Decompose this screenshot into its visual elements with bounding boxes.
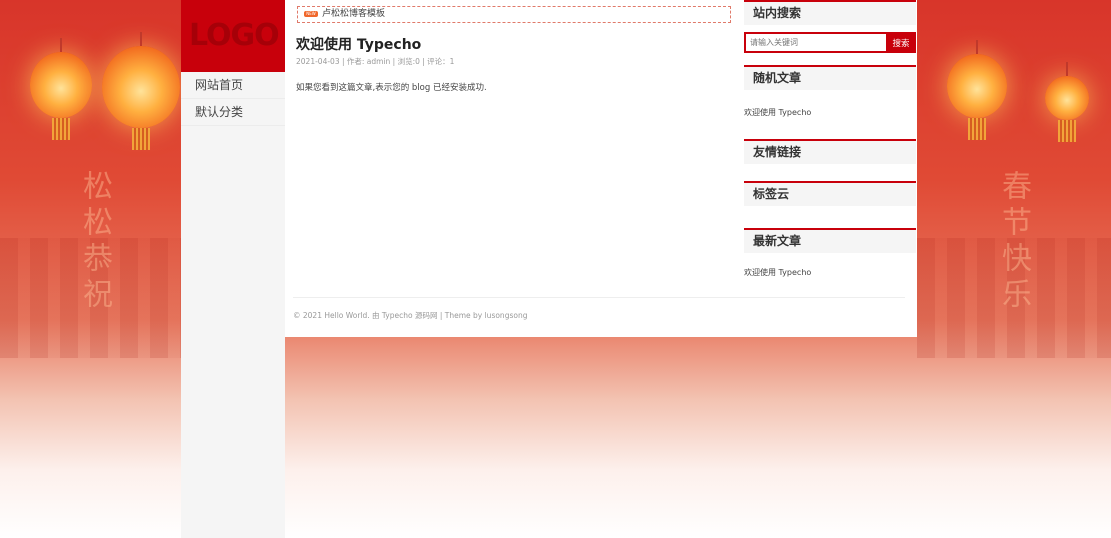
footer-text: © 2021 Hello World. 由 Typecho 源码网 | Them… — [293, 311, 528, 320]
lantern-icon — [1045, 76, 1089, 120]
widget-header: 站内搜索 — [744, 0, 916, 25]
widget-title: 最新文章 — [753, 234, 802, 248]
nav-item-home[interactable]: 网站首页 — [181, 72, 285, 99]
greeting-text-left: 松松恭祝 — [77, 170, 112, 314]
widget-friend-links: 友情链接 — [744, 139, 916, 164]
widget-title: 标签云 — [753, 187, 790, 201]
nav-item-default-category[interactable]: 默认分类 — [181, 99, 285, 126]
lantern-icon — [947, 54, 1007, 118]
lantern-icon — [102, 46, 180, 128]
post-body: 如果您看到这篇文章,表示您的 blog 已经安装成功. — [296, 83, 487, 93]
post-title[interactable]: 欢迎使用 Typecho — [296, 34, 421, 54]
widget-header: 友情链接 — [744, 139, 916, 164]
widget-latest-posts: 最新文章 欢迎使用 Typecho — [744, 228, 916, 277]
random-post-link[interactable]: 欢迎使用 Typecho — [744, 107, 811, 118]
widget-header: 最新文章 — [744, 228, 916, 253]
widget-header: 随机文章 — [744, 65, 916, 90]
search-form: 搜索 — [744, 32, 916, 53]
greeting-text-right: 春节快乐 — [996, 170, 1031, 314]
logo-text: LOGO — [189, 18, 280, 53]
notice-bar[interactable]: NEW 卢松松博客模板 — [297, 6, 731, 23]
latest-post-link[interactable]: 欢迎使用 Typecho — [744, 267, 811, 278]
search-button[interactable]: 搜索 — [886, 32, 916, 53]
widget-header: 标签云 — [744, 181, 916, 206]
widget-title: 站内搜索 — [753, 6, 802, 20]
search-input[interactable] — [744, 32, 886, 53]
nav-column: LOGO 网站首页 默认分类 — [181, 0, 285, 538]
new-badge-icon: NEW — [304, 11, 318, 17]
background-decoration-left: 松松恭祝 — [0, 0, 181, 538]
widget-random-posts: 随机文章 欢迎使用 Typecho — [744, 65, 916, 117]
footer-divider — [293, 297, 905, 298]
notice-text[interactable]: 卢松松博客模板 — [322, 7, 385, 22]
widget-tag-cloud: 标签云 — [744, 181, 916, 206]
widget-title: 友情链接 — [753, 145, 802, 159]
background-decoration-right: 春节快乐 — [917, 0, 1111, 538]
post-meta: 2021-04-03 | 作者: admin | 浏览:0 | 评论：1 — [296, 57, 455, 66]
site-logo[interactable]: LOGO — [181, 0, 285, 72]
main-content: NEW 卢松松博客模板 欢迎使用 Typecho 2021-04-03 | 作者… — [285, 0, 917, 337]
widget-search: 站内搜索 搜索 — [744, 0, 916, 53]
lantern-icon — [30, 52, 92, 118]
widget-title: 随机文章 — [753, 71, 802, 85]
